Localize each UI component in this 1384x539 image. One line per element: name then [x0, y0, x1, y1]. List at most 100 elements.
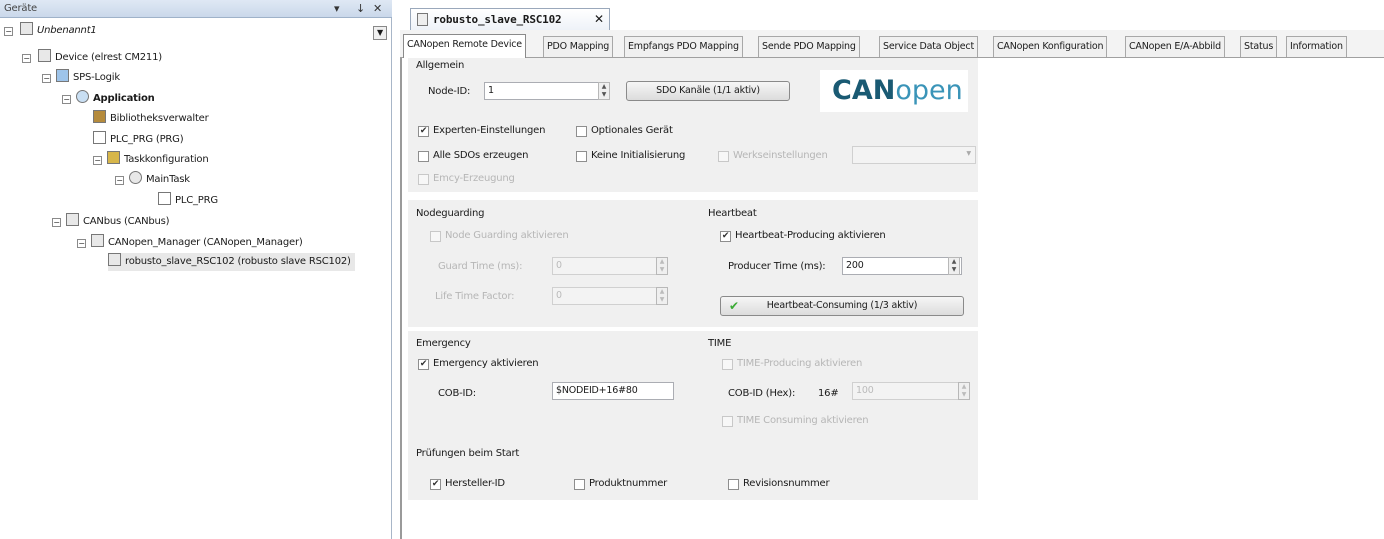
collapse-icon[interactable]: − — [42, 74, 51, 83]
time-cob-id-field[interactable]: 100 — [852, 382, 966, 400]
collapse-icon[interactable]: − — [62, 95, 71, 104]
close-tab-icon[interactable]: ✕ — [594, 12, 604, 26]
all-sdos-checkbox[interactable] — [418, 151, 429, 162]
device-icon — [38, 49, 51, 62]
pin-icon[interactable]: ↓ — [356, 2, 365, 15]
no-init-label: Keine Initialisierung — [591, 150, 686, 161]
panel-menu-icon[interactable]: ▾ — [334, 2, 340, 15]
collapse-icon[interactable]: − — [52, 218, 61, 227]
all-sdos-label: Alle SDOs erzeugen — [433, 150, 529, 161]
logo-open: open — [895, 75, 963, 106]
node-guarding-checkbox[interactable] — [430, 231, 441, 242]
guard-time-field[interactable]: 0 — [552, 257, 664, 275]
guard-time-spinner[interactable]: ▲ ▼ — [656, 257, 668, 275]
life-time-factor-label: Life Time Factor: — [435, 291, 515, 302]
optional-device-checkbox[interactable] — [576, 126, 587, 137]
tree-dropdown-button[interactable]: ▼ — [373, 26, 387, 40]
collapse-icon[interactable]: − — [115, 176, 124, 185]
vendor-id-checkbox[interactable]: ✔ — [430, 479, 441, 490]
tree-item-sps-logik[interactable]: − SPS-Logik — [42, 69, 120, 87]
application-icon — [76, 90, 89, 103]
tree-item-taskconfig[interactable]: − Taskkonfiguration — [93, 151, 209, 169]
tab-canopen-ea-abbild[interactable]: CANopen E/A-Abbild — [1125, 36, 1225, 57]
devices-panel: Geräte ▾ ↓ ✕ ▼ − Unbenannt1 − Device (el… — [0, 0, 392, 539]
canopen-remote-device-page: Allgemein Node-ID: 1 ▲ ▼ SDO Kanäle (1/1 … — [400, 58, 1384, 539]
time-consuming-checkbox[interactable] — [722, 416, 733, 427]
factory-settings-select[interactable]: ▾ — [852, 146, 976, 164]
tab-information[interactable]: Information — [1286, 36, 1347, 57]
tab-empfangs-pdo-mapping[interactable]: Empfangs PDO Mapping — [624, 36, 743, 57]
editor-tab-robusto[interactable]: robusto_slave_RSC102 ✕ — [410, 8, 610, 30]
producer-time-spinner[interactable]: ▲ ▼ — [948, 257, 960, 275]
tree-item-device[interactable]: − Device (elrest CM211) — [22, 49, 162, 67]
tab-service-data-object[interactable]: Service Data Object — [879, 36, 978, 57]
heartbeat-consuming-label: Heartbeat-Consuming (1/3 aktiv) — [766, 300, 918, 311]
node-id-label: Node-ID: — [428, 86, 471, 97]
time-producing-checkbox[interactable] — [722, 359, 733, 370]
revision-number-checkbox[interactable] — [728, 479, 739, 490]
plc-logic-icon — [56, 69, 69, 82]
node-id-spinner[interactable]: ▲ ▼ — [598, 82, 610, 100]
node-guarding-label: Node Guarding aktivieren — [445, 230, 569, 241]
tree-item-label: Bibliotheksverwalter — [110, 113, 209, 124]
general-heading: Allgemein — [416, 60, 465, 71]
canopen-logo: CANopen — [820, 70, 968, 112]
close-panel-icon[interactable]: ✕ — [373, 2, 382, 15]
collapse-icon[interactable]: − — [4, 27, 13, 36]
collapse-icon[interactable]: − — [22, 54, 31, 63]
heartbeat-producing-checkbox[interactable]: ✔ — [720, 231, 731, 242]
startup-checks-heading: Prüfungen beim Start — [416, 448, 520, 459]
sdo-channels-button[interactable]: SDO Kanäle (1/1 aktiv) — [626, 81, 790, 101]
node-id-field[interactable]: 1 — [484, 82, 610, 100]
factory-settings-checkbox[interactable] — [718, 151, 729, 162]
heartbeat-consuming-button[interactable]: ✔ Heartbeat-Consuming (1/3 aktiv) — [720, 296, 964, 316]
tree-item-canbus[interactable]: − CANbus (CANbus) — [52, 213, 170, 231]
collapse-icon[interactable]: − — [93, 156, 102, 165]
tree-item-label: PLC_PRG — [175, 195, 218, 206]
devices-panel-title: Geräte — [4, 3, 38, 14]
product-number-label: Produktnummer — [589, 478, 668, 489]
collapse-icon[interactable]: − — [77, 239, 86, 248]
logo-can: CAN — [832, 75, 896, 106]
tree-item-plc-prg[interactable]: PLC_PRG (PRG) — [93, 131, 184, 149]
time-cob-id-label: COB-ID (Hex): — [728, 388, 796, 399]
tree-item-plc-prg-call[interactable]: PLC_PRG — [158, 192, 218, 210]
emcy-generation-checkbox[interactable] — [418, 174, 429, 185]
heartbeat-producing-label: Heartbeat-Producing aktivieren — [735, 230, 886, 241]
device-icon — [66, 213, 79, 226]
tab-pdo-mapping[interactable]: PDO Mapping — [543, 36, 614, 57]
expert-settings-checkbox[interactable]: ✔ — [418, 126, 429, 137]
heartbeat-heading: Heartbeat — [708, 208, 757, 219]
nodeguarding-heading: Nodeguarding — [416, 208, 485, 219]
emergency-checkbox[interactable]: ✔ — [418, 359, 429, 370]
producer-time-field[interactable]: 200 — [842, 257, 962, 275]
task-gear-icon — [129, 171, 142, 184]
tab-canopen-remote-device[interactable]: CANopen Remote Device — [403, 34, 526, 58]
tree-item-project[interactable]: − Unbenannt1 — [4, 22, 97, 40]
devices-panel-header: Geräte ▾ ↓ ✕ — [0, 0, 392, 18]
tree-item-label: Device (elrest CM211) — [55, 52, 162, 63]
producer-time-label: Producer Time (ms): — [728, 261, 826, 272]
tree-item-label: SPS-Logik — [73, 72, 120, 83]
tree-item-label: PLC_PRG (PRG) — [110, 134, 184, 145]
project-icon — [20, 22, 33, 35]
tree-item-label: MainTask — [146, 174, 190, 185]
life-time-factor-spinner[interactable]: ▲ ▼ — [656, 287, 668, 305]
emergency-cob-id-field[interactable]: $NODEID+16#80 — [552, 382, 674, 400]
tab-canopen-konfiguration[interactable]: CANopen Konfiguration — [993, 36, 1108, 57]
tree-item-canopen-manager[interactable]: − CANopen_Manager (CANopen_Manager) — [77, 234, 303, 252]
life-time-factor-field[interactable]: 0 — [552, 287, 664, 305]
tab-status[interactable]: Status — [1240, 36, 1278, 57]
time-consuming-label: TIME Consuming aktivieren — [737, 415, 869, 426]
tree-item-robusto-slave[interactable]: robusto_slave_RSC102 (robusto slave RSC1… — [108, 253, 355, 271]
tree-item-maintask[interactable]: − MainTask — [115, 171, 190, 189]
program-icon — [158, 192, 171, 205]
time-cob-id-spinner[interactable]: ▲ ▼ — [958, 382, 970, 400]
program-icon — [93, 131, 106, 144]
tab-sende-pdo-mapping[interactable]: Sende PDO Mapping — [758, 36, 860, 57]
no-init-checkbox[interactable] — [576, 151, 587, 162]
tree-item-application[interactable]: − Application — [62, 90, 155, 108]
tree-item-library-manager[interactable]: Bibliotheksverwalter — [93, 110, 209, 128]
time-producing-label: TIME-Producing aktivieren — [737, 358, 863, 369]
product-number-checkbox[interactable] — [574, 479, 585, 490]
